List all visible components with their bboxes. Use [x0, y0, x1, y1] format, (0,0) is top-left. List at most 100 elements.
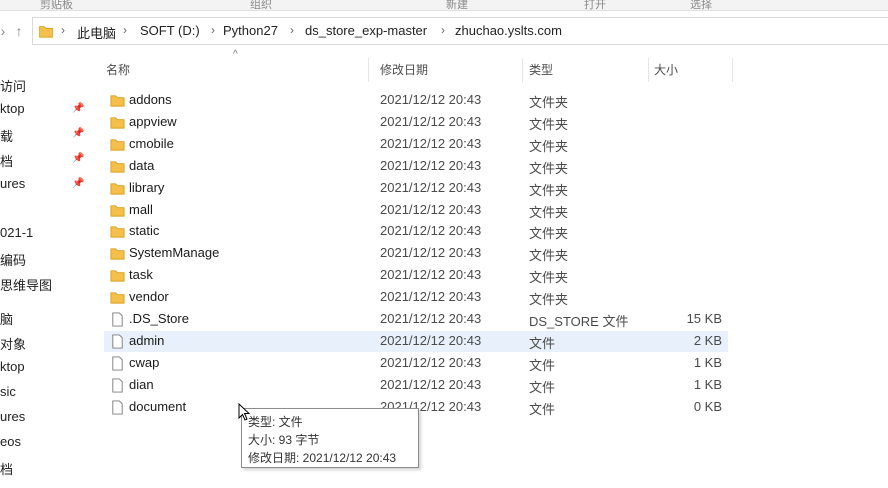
file-date: 2021/12/12 20:43 [380, 223, 482, 239]
file-type: 文件夹 [529, 95, 569, 110]
file-row[interactable]: .DS_Store 2021/12/12 20:43 DS_STORE 文件 15 K… [104, 309, 728, 330]
column-header-date[interactable]: 修改日期 [380, 61, 428, 78]
sidebar-item-code[interactable]: 编码 [0, 250, 26, 269]
sidebar-item-this-pc[interactable]: 脑 [0, 309, 13, 328]
folder-icon [110, 182, 125, 195]
file-size: 2 KB [693, 332, 722, 348]
file-row[interactable]: cwap 2021/12/12 20:43 文件 1 KB [104, 353, 728, 374]
breadcrumb-soft-drive[interactable]: SOFT (D:) [140, 23, 200, 38]
file-name: document [129, 398, 187, 414]
sidebar-item-desktop-pc[interactable]: ktop [0, 359, 25, 374]
sidebar-item-3d-objects[interactable]: 对象 [0, 334, 26, 353]
file-name: appview [129, 113, 177, 129]
sidebar-item-mindmap[interactable]: 思维导图 [0, 275, 52, 294]
file-type: 文件夹 [529, 226, 569, 242]
file-list: ^ 名称 修改日期 类型 大小 addons 2021/12/12 20:43 文件… [92, 49, 888, 488]
sidebar-item-videos[interactable]: eos [0, 434, 21, 449]
column-divider[interactable] [732, 58, 733, 82]
file-type: 文件 [529, 335, 556, 351]
folder-icon [110, 139, 125, 151]
sidebar-item-music[interactable]: sic [0, 384, 16, 399]
file-date: 2021/12/12 20:43 [380, 289, 482, 305]
sidebar-item-documents[interactable]: 档 [0, 151, 13, 170]
folder-row[interactable]: task 2021/12/12 20:43 文件夹 [104, 265, 728, 286]
sort-ascending-icon: ^ [233, 49, 238, 60]
file-type: 文件夹 [529, 248, 569, 264]
file-name: addons [129, 92, 172, 107]
file-icon [112, 378, 123, 393]
file-date: 2021/12/12 20:43 [380, 332, 482, 348]
breadcrumb-python27[interactable]: Python27 [223, 23, 278, 38]
file-name: static [129, 223, 160, 239]
breadcrumb-separator[interactable]: › [211, 23, 215, 37]
sidebar-item-desktop[interactable]: ktop [0, 101, 25, 116]
file-name: .DS_Store [129, 311, 189, 326]
breadcrumb-this-pc[interactable]: 此电脑 [77, 23, 116, 42]
sidebar-item-quick-access[interactable]: 访问 [0, 76, 26, 95]
folder-row[interactable]: cmobile 2021/12/12 20:43 文件夹 [104, 134, 728, 155]
folder-icon [110, 95, 125, 107]
column-divider[interactable] [368, 58, 369, 82]
sidebar-item-pictures-pc[interactable]: ures [0, 409, 25, 424]
file-date: 2021/12/12 20:43 [380, 113, 482, 129]
file-date: 2021/12/12 20:43 [380, 376, 482, 392]
breadcrumb-separator[interactable]: › [61, 23, 65, 37]
file-name: dian [129, 376, 154, 392]
file-row[interactable]: dian 2021/12/12 20:43 文件 1 KB [104, 375, 728, 396]
column-header-size[interactable]: 大小 [654, 61, 678, 78]
column-header-name[interactable]: 名称 [106, 61, 130, 78]
folder-row[interactable]: SystemManage 2021/12/12 20:43 文件夹 [104, 243, 728, 264]
file-name: mall [129, 201, 153, 217]
file-name: task [129, 267, 153, 283]
pin-icon: 📌 [72, 103, 85, 114]
folder-row[interactable]: static 2021/12/12 20:43 文件夹 [104, 221, 728, 242]
file-date: 2021/12/12 20:43 [380, 267, 482, 283]
column-divider[interactable] [648, 58, 649, 82]
breadcrumb-current-folder[interactable]: zhuchao.yslts.com [455, 23, 562, 38]
folder-icon [110, 161, 125, 173]
breadcrumb-separator[interactable]: › [290, 23, 294, 37]
up-button[interactable]: ↑ [10, 21, 28, 41]
column-divider[interactable] [522, 58, 523, 82]
sidebar-item-pictures[interactable]: ures [0, 176, 25, 191]
file-type: 文件 [529, 357, 556, 373]
sidebar-item-2021[interactable]: 021-1 [0, 225, 33, 240]
pin-icon: 📌 [72, 128, 85, 139]
file-name: vendor [129, 289, 169, 305]
column-header-type[interactable]: 类型 [529, 61, 553, 78]
file-type: DS_STORE 文件 [529, 314, 629, 329]
sidebar-item-downloads[interactable]: 载 [0, 126, 13, 145]
breadcrumb-separator[interactable]: › [441, 23, 445, 37]
mouse-pointer-icon [238, 403, 250, 421]
file-row[interactable]: admin 2021/12/12 20:43 文件 2 KB [104, 330, 728, 352]
file-type: 文件夹 [529, 160, 569, 176]
folder-icon [110, 292, 125, 304]
folder-row[interactable]: addons 2021/12/12 20:43 文件夹 [104, 90, 728, 111]
ribbon-strip: 剪贴板 组织 新建 打开 选择 [0, 0, 888, 11]
pin-icon: 📌 [72, 178, 85, 189]
tooltip-type: 类型: 文件 [248, 415, 303, 429]
sidebar-item-documents-pc[interactable]: 档 [0, 459, 13, 478]
file-name: data [129, 157, 155, 173]
file-size: 1 KB [693, 376, 722, 392]
file-size: 1 KB [693, 354, 722, 370]
tooltip-size: 大小: 93 字节 [248, 433, 320, 447]
folder-row[interactable]: data 2021/12/12 20:43 文件夹 [104, 156, 728, 177]
folder-row[interactable]: appview 2021/12/12 20:43 文件夹 [104, 112, 728, 133]
file-type: 文件 [529, 401, 556, 417]
file-type: 文件夹 [529, 138, 569, 154]
folder-icon [39, 26, 53, 38]
file-info-tooltip: 类型: 文件 大小: 93 字节 修改日期: 2021/12/12 20:43 [241, 408, 419, 468]
folder-row[interactable]: mall 2021/12/12 20:43 文件夹 [104, 200, 728, 221]
address-bar[interactable]: › 此电脑 › SOFT (D:) › Python27 › ds_store_… [32, 17, 888, 45]
folder-row[interactable]: library 2021/12/12 20:43 文件夹 [104, 178, 728, 199]
breadcrumb-ds-store-exp[interactable]: ds_store_exp-master [305, 23, 427, 38]
file-date: 2021/12/12 20:43 [380, 201, 482, 217]
file-date: 2021/12/12 20:43 [380, 157, 482, 173]
pin-icon: 📌 [72, 153, 85, 164]
folder-row[interactable]: vendor 2021/12/12 20:43 文件夹 [104, 287, 728, 308]
file-icon [112, 334, 123, 349]
folder-icon [110, 248, 125, 260]
file-icon [112, 400, 123, 415]
breadcrumb-separator[interactable]: › [123, 23, 127, 37]
